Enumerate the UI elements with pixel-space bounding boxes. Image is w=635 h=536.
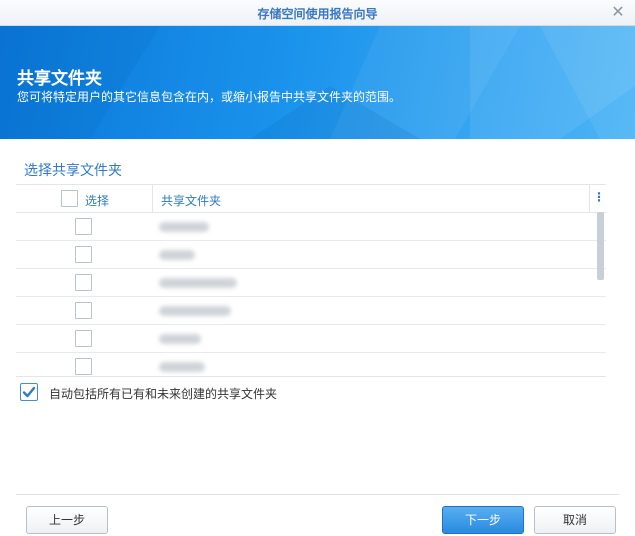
close-icon[interactable]: ✕ bbox=[609, 2, 627, 22]
select-all-checkbox[interactable] bbox=[61, 190, 78, 207]
row-checkbox[interactable] bbox=[75, 302, 92, 319]
auto-include-label[interactable]: 自动包括所有已有和未来创建的共享文件夹 bbox=[49, 385, 277, 402]
table-row[interactable] bbox=[16, 241, 606, 269]
grid-header: 选择 共享文件夹 ⋮ bbox=[16, 185, 606, 213]
footer-divider bbox=[16, 494, 619, 495]
grid-rows bbox=[16, 213, 606, 376]
blurred-folder-name bbox=[159, 306, 231, 316]
window-title: 存储空间使用报告向导 bbox=[257, 7, 378, 21]
blurred-folder-name bbox=[159, 334, 201, 344]
column-divider bbox=[589, 185, 590, 213]
banner-subtitle: 您可将特定用户的其它信息包含在内，或缩小报告中共享文件夹的范围。 bbox=[17, 90, 402, 104]
row-checkbox[interactable] bbox=[75, 358, 92, 375]
shared-folder-grid: 选择 共享文件夹 ⋮ bbox=[16, 184, 606, 377]
table-row[interactable] bbox=[16, 269, 606, 297]
check-icon bbox=[22, 386, 36, 398]
column-divider bbox=[152, 185, 153, 213]
blurred-folder-name bbox=[159, 362, 205, 372]
cancel-button[interactable]: 取消 bbox=[534, 506, 616, 534]
row-checkbox[interactable] bbox=[75, 274, 92, 291]
table-row[interactable] bbox=[16, 213, 606, 241]
blurred-folder-name bbox=[159, 278, 237, 288]
previous-button[interactable]: 上一步 bbox=[26, 506, 108, 534]
column-menu-icon[interactable]: ⋮ bbox=[593, 190, 605, 204]
table-row[interactable] bbox=[16, 297, 606, 325]
section-title: 选择共享文件夹 bbox=[24, 163, 122, 179]
wizard-banner: 共享文件夹 您可将特定用户的其它信息包含在内，或缩小报告中共享文件夹的范围。 bbox=[0, 26, 635, 139]
title-bar: 存储空间使用报告向导 ✕ bbox=[0, 0, 635, 26]
row-checkbox[interactable] bbox=[75, 246, 92, 263]
column-header-select[interactable]: 选择 bbox=[85, 192, 109, 209]
blurred-folder-name bbox=[159, 250, 195, 260]
blurred-folder-name bbox=[159, 222, 209, 232]
table-row[interactable] bbox=[16, 325, 606, 353]
row-checkbox[interactable] bbox=[75, 330, 92, 347]
banner-title: 共享文件夹 bbox=[17, 69, 102, 89]
auto-include-checkbox[interactable] bbox=[20, 383, 38, 401]
grid-scrollbar[interactable] bbox=[597, 212, 604, 280]
column-header-shared-folder[interactable]: 共享文件夹 bbox=[161, 192, 221, 209]
next-button[interactable]: 下一步 bbox=[442, 506, 524, 534]
table-row[interactable] bbox=[16, 353, 606, 376]
row-checkbox[interactable] bbox=[75, 218, 92, 235]
